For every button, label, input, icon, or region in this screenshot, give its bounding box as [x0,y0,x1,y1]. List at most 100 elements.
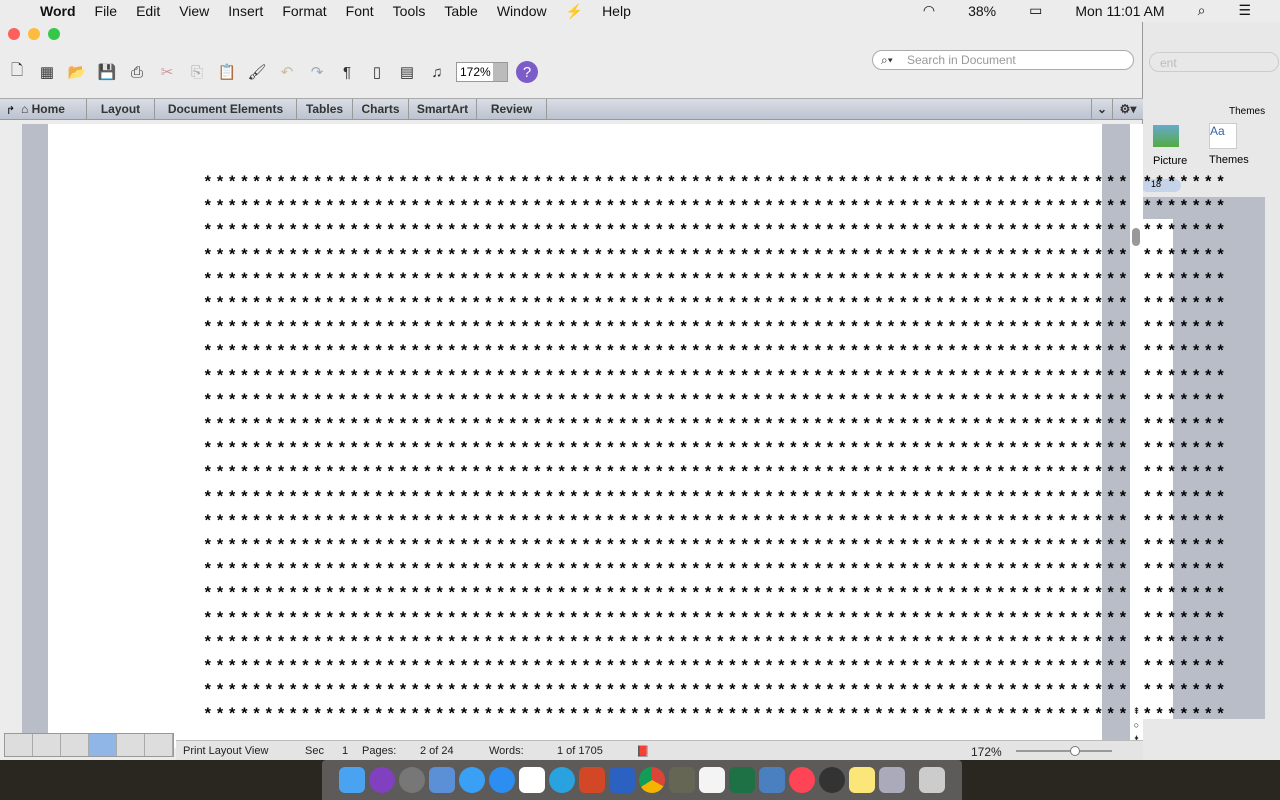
open-icon[interactable]: 📂 [66,61,88,83]
calendar-icon[interactable] [519,767,545,793]
chrome-icon[interactable] [639,767,665,793]
tab-charts[interactable]: Charts [353,99,409,119]
wifi-icon[interactable]: ◠ [923,2,935,19]
zoom-select[interactable]: 172% [456,62,508,82]
pages-value[interactable]: 2 of 24 [420,745,454,757]
notification-icon[interactable]: ☰ [1238,2,1251,19]
menu-edit[interactable]: Edit [136,3,160,19]
collapse-ribbon-icon[interactable]: ⌄ [1091,99,1113,119]
document-area: ****************************************… [22,124,1225,748]
battery-icon[interactable]: ▭ [1029,2,1042,19]
menu-help[interactable]: Help [602,3,631,19]
tab-tables[interactable]: Tables [297,99,353,119]
menu-word[interactable]: Word [40,3,76,19]
image-capture-icon[interactable] [879,767,905,793]
cut-icon[interactable]: ✂ [156,61,178,83]
sidebar-icon[interactable]: ▯ [366,61,388,83]
view-mode: Print Layout View [183,745,269,757]
tab-document-elements[interactable]: Document Elements [155,99,297,119]
menu-table[interactable]: Table [444,3,477,19]
excel-icon[interactable] [729,767,755,793]
gallery-icon[interactable]: ▦ [36,61,58,83]
close-button[interactable] [8,28,20,40]
document-line: ****************************************… [203,512,1228,531]
print-icon[interactable]: ⎙ [126,61,148,83]
safari-icon[interactable] [489,767,515,793]
new-document-icon[interactable]: 🗋 [6,61,28,83]
bg-search[interactable]: ent [1149,52,1279,72]
full-screen-view-button[interactable] [145,734,173,756]
redo-icon[interactable]: ↷ [306,61,328,83]
siri-icon[interactable] [369,767,395,793]
powerpoint-icon[interactable] [579,767,605,793]
menu-bar: Word File Edit View Insert Format Font T… [0,0,1280,22]
document-line: ****************************************… [203,488,1228,507]
save-icon[interactable]: 💾 [96,61,118,83]
zoom-slider[interactable] [1016,746,1112,756]
menu-format[interactable]: Format [282,3,326,19]
tab-review[interactable]: Review [477,99,547,119]
picture-icon[interactable] [1153,125,1179,147]
reminders-icon[interactable] [699,767,725,793]
vertical-scrollbar[interactable]: ⇞ ○ ⇟ [1130,124,1143,748]
word-icon[interactable] [609,767,635,793]
notes-icon[interactable] [849,767,875,793]
tab-layout[interactable]: Layout [87,99,155,119]
finder-icon[interactable] [339,767,365,793]
title-bar [0,22,1142,46]
itunes-icon[interactable] [789,767,815,793]
themes-button[interactable]: Themes [1209,154,1249,166]
menu-tools[interactable]: Tools [393,3,426,19]
format-painter-icon[interactable]: 🖌 [246,61,268,83]
spotlight-icon[interactable]: ⌕ [1198,2,1206,19]
telegram-icon[interactable] [549,767,575,793]
publishing-view-button[interactable] [61,734,89,756]
status-bar: Print Layout View Sec 1 Pages: 2 of 24 W… [176,740,1143,760]
notebook-view-button[interactable] [117,734,145,756]
help-icon[interactable]: ? [516,61,538,83]
undo-icon[interactable]: ↶ [276,61,298,83]
copy-icon[interactable]: ⎘ [186,61,208,83]
preview-icon[interactable] [759,767,785,793]
media-browser-icon[interactable]: ♫ [426,61,448,83]
document-line: ****************************************… [203,633,1228,652]
menu-font[interactable]: Font [346,3,374,19]
trash-icon[interactable] [919,767,945,793]
launchpad-icon[interactable] [399,767,425,793]
pilcrow-icon[interactable]: ¶ [336,61,358,83]
draft-view-button[interactable] [5,734,33,756]
page[interactable]: ****************************************… [48,124,1225,748]
scroll-thumb[interactable] [1132,228,1140,246]
toolbox-icon[interactable]: ▤ [396,61,418,83]
gimp-icon[interactable] [669,767,695,793]
tab-smartart[interactable]: SmartArt [409,99,477,119]
menu-file[interactable]: File [95,3,118,19]
minimize-button[interactable] [28,28,40,40]
search-input[interactable]: Search in Document ⌕▾ [872,50,1134,70]
words-value[interactable]: 1 of 1705 [557,745,603,757]
gear-icon[interactable]: ⚙▾ [1113,99,1143,119]
ruler-toggle-icon[interactable]: ↱ [6,104,15,117]
zoom-slider-thumb[interactable] [1070,746,1080,756]
zoom-button[interactable] [48,28,60,40]
themes-icon[interactable]: Aa [1209,123,1237,149]
quicktime-icon[interactable] [819,767,845,793]
battery-percent[interactable]: 38% [968,3,996,19]
document-line: ****************************************… [203,222,1228,241]
document-line: ****************************************… [203,440,1228,459]
app-icon[interactable] [429,767,455,793]
print-layout-view-button[interactable] [89,734,117,756]
spelling-icon[interactable]: 📕 [636,745,650,758]
paste-icon[interactable]: 📋 [216,61,238,83]
script-icon[interactable]: ⚡ [566,3,583,20]
search-placeholder: Search in Document [907,53,1016,67]
messages-icon[interactable] [459,767,485,793]
zoom-value: 172% [460,65,491,79]
menu-view[interactable]: View [179,3,209,19]
clock[interactable]: Mon 11:01 AM [1075,3,1164,19]
menu-window[interactable]: Window [497,3,547,19]
menu-insert[interactable]: Insert [228,3,263,19]
picture-button[interactable]: Picture [1153,155,1187,167]
document-line: ****************************************… [203,246,1228,265]
outline-view-button[interactable] [33,734,61,756]
